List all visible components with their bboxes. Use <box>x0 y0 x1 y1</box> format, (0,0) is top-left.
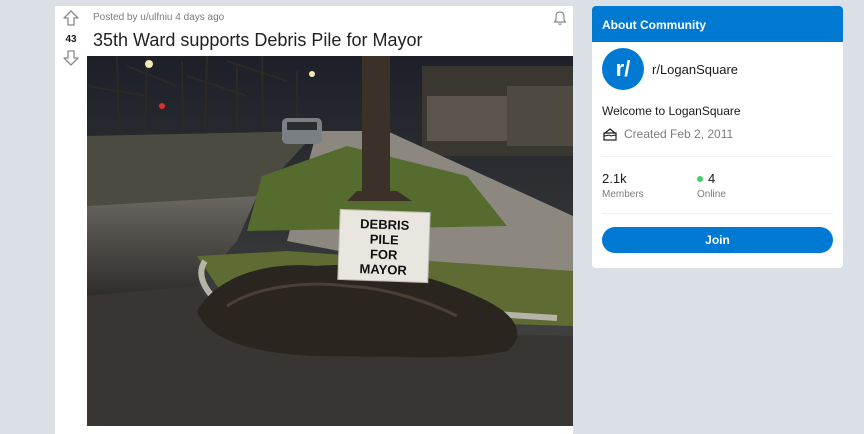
post-title[interactable]: 35th Ward supports Debris Pile for Mayor <box>93 30 422 51</box>
online-count: 4 <box>708 171 716 186</box>
sign-line: DEBRIS <box>360 216 410 233</box>
sign-line: FOR <box>370 247 399 263</box>
online-count-row: 4 <box>697 171 726 186</box>
members-stat: 2.1k Members <box>602 171 644 200</box>
sign-line: MAYOR <box>359 261 407 278</box>
created-date: Created Feb 2, 2011 <box>602 126 733 142</box>
vote-count: 43 <box>65 34 77 45</box>
about-community-header: About Community <box>592 6 843 42</box>
bell-icon[interactable] <box>552 10 568 26</box>
cake-icon <box>602 126 618 142</box>
upvote-icon[interactable] <box>63 10 79 26</box>
divider <box>602 213 833 214</box>
downvote-icon[interactable] <box>63 50 79 66</box>
created-text: Created Feb 2, 2011 <box>624 127 734 141</box>
post-card[interactable]: 43 Posted by u/ulfniu 4 days ago 35th Wa… <box>55 6 573 434</box>
divider <box>602 156 833 157</box>
community-identity[interactable]: r/ r/LoganSquare <box>602 48 738 90</box>
online-stat: 4 Online <box>697 171 726 200</box>
community-description: Welcome to LoganSquare <box>602 104 741 118</box>
community-avatar[interactable]: r/ <box>602 48 644 90</box>
sign-line: PILE <box>370 232 400 248</box>
join-button[interactable]: Join <box>602 227 833 253</box>
post-meta[interactable]: Posted by u/ulfniu 4 days ago <box>93 12 224 23</box>
members-label: Members <box>602 189 644 200</box>
vote-column: 43 <box>55 6 87 434</box>
post-image[interactable]: DEBRIS PILE FOR MAYOR <box>87 56 573 426</box>
members-count: 2.1k <box>602 171 627 186</box>
about-community-panel: About Community r/ r/LoganSquare Welcome… <box>592 6 843 268</box>
community-name[interactable]: r/LoganSquare <box>652 62 738 77</box>
online-label: Online <box>697 189 726 200</box>
online-dot-icon <box>697 175 703 182</box>
